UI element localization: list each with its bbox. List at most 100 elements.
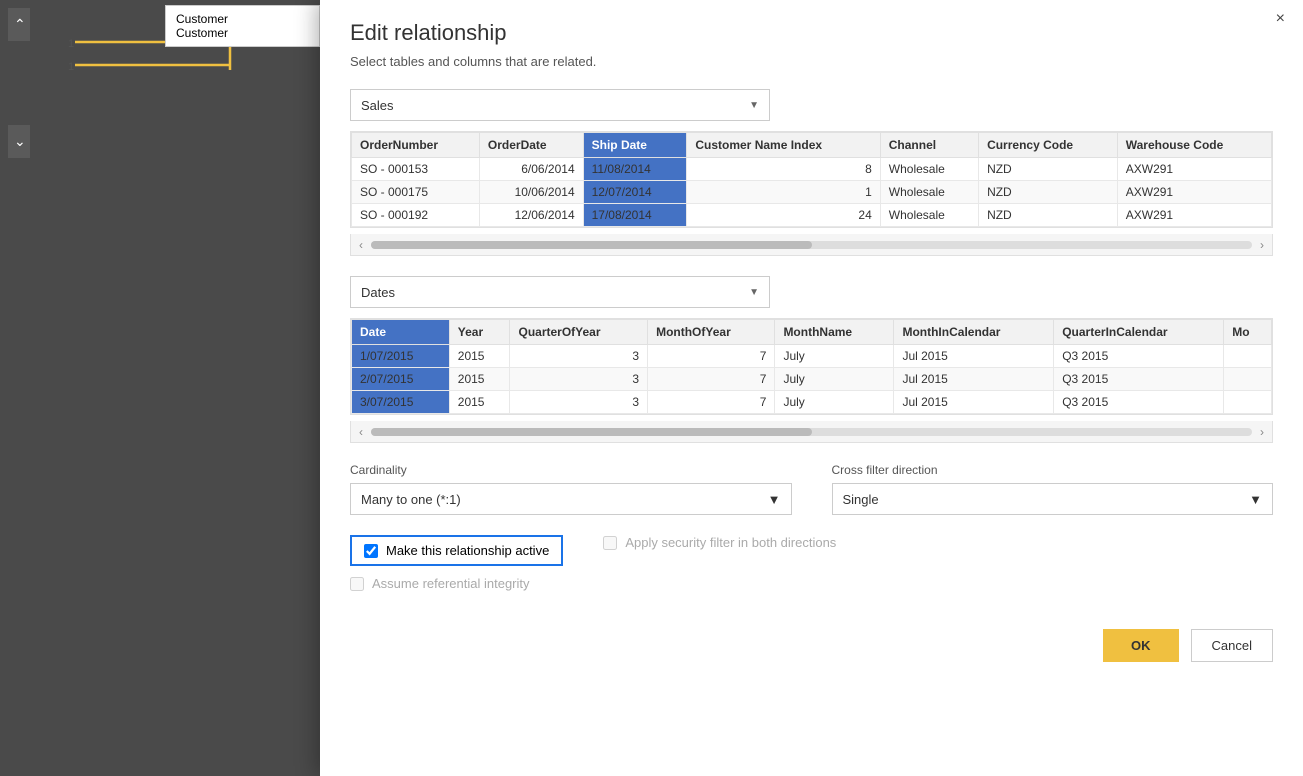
table1: OrderNumber OrderDate Ship Date Customer… xyxy=(351,132,1272,227)
cell-order-date: 10/06/2014 xyxy=(479,181,583,204)
cell-mo xyxy=(1224,345,1272,368)
scroll-right-arrow-2[interactable]: › xyxy=(1256,425,1268,439)
cell-channel: Wholesale xyxy=(880,204,978,227)
table2-wrapper: Date Year QuarterOfYear MonthOfYear Mont… xyxy=(350,318,1273,415)
cell-channel: Wholesale xyxy=(880,158,978,181)
cell-month-name: July xyxy=(775,345,894,368)
cell-qic: Q3 2015 xyxy=(1054,368,1224,391)
cardinality-arrow: ▼ xyxy=(768,492,781,507)
cell-qic: Q3 2015 xyxy=(1054,345,1224,368)
col-month-in-calendar[interactable]: MonthInCalendar xyxy=(894,320,1054,345)
cell-currency: NZD xyxy=(979,158,1118,181)
cell-order-date: 6/06/2014 xyxy=(479,158,583,181)
nav-up-button[interactable]: ⌃ xyxy=(8,8,30,41)
referential-integrity-checkbox[interactable] xyxy=(350,577,364,591)
cardinality-value: Many to one (*:1) xyxy=(361,492,461,507)
modal-footer: OK Cancel xyxy=(350,629,1273,662)
col-channel[interactable]: Channel xyxy=(880,133,978,158)
cardinality-dropdown[interactable]: Many to one (*:1) ▼ xyxy=(350,483,792,515)
col-order-date[interactable]: OrderDate xyxy=(479,133,583,158)
left-checkboxes: Make this relationship active Assume ref… xyxy=(350,535,563,599)
make-active-checkbox-wrapper[interactable]: Make this relationship active xyxy=(350,535,563,566)
table2-dropdown[interactable]: Dates ▼ xyxy=(350,276,770,308)
close-button[interactable]: × xyxy=(1276,10,1285,28)
cell-year: 2015 xyxy=(449,391,510,414)
col-quarter-of-year[interactable]: QuarterOfYear xyxy=(510,320,648,345)
cell-month-name: July xyxy=(775,391,894,414)
canvas-background: ⌃ ⌄ 1 1 Customer Customer xyxy=(0,0,320,776)
table2: Date Year QuarterOfYear MonthOfYear Mont… xyxy=(351,319,1272,414)
edit-relationship-modal: × Edit relationship Select tables and co… xyxy=(320,0,1303,776)
col-warehouse-code[interactable]: Warehouse Code xyxy=(1117,133,1271,158)
cell-ship-date: 12/07/2014 xyxy=(583,181,687,204)
table-row: 3/07/2015 2015 3 7 July Jul 2015 Q3 2015 xyxy=(352,391,1272,414)
cell-mo xyxy=(1224,368,1272,391)
cell-year: 2015 xyxy=(449,345,510,368)
scroll-left-arrow[interactable]: ‹ xyxy=(355,238,367,252)
cell-date: 3/07/2015 xyxy=(352,391,450,414)
svg-text:1: 1 xyxy=(68,61,74,73)
table-row: 1/07/2015 2015 3 7 July Jul 2015 Q3 2015 xyxy=(352,345,1272,368)
checkboxes-section: Make this relationship active Assume ref… xyxy=(350,535,1273,599)
cell-ship-date: 11/08/2014 xyxy=(583,158,687,181)
cell-ship-date: 17/08/2014 xyxy=(583,204,687,227)
table1-dropdown-arrow: ▼ xyxy=(749,100,759,111)
col-month-name[interactable]: MonthName xyxy=(775,320,894,345)
cell-month-name: July xyxy=(775,368,894,391)
cell-warehouse: AXW291 xyxy=(1117,181,1271,204)
scroll-left-arrow-2[interactable]: ‹ xyxy=(355,425,367,439)
scroll-track-2[interactable] xyxy=(371,428,1252,436)
referential-integrity-label: Assume referential integrity xyxy=(372,576,530,591)
svg-text:1: 1 xyxy=(68,38,74,50)
col-month-of-year[interactable]: MonthOfYear xyxy=(648,320,775,345)
col-mo[interactable]: Mo xyxy=(1224,320,1272,345)
table1-scrollbar[interactable]: ‹ › xyxy=(350,234,1273,256)
cell-cni: 24 xyxy=(687,204,880,227)
col-date[interactable]: Date xyxy=(352,320,450,345)
table-row: SO - 000192 12/06/2014 17/08/2014 24 Who… xyxy=(352,204,1272,227)
cell-mic: Jul 2015 xyxy=(894,345,1054,368)
security-filter-checkbox[interactable] xyxy=(603,536,617,550)
cross-filter-value: Single xyxy=(843,492,879,507)
right-checkboxes: Apply security filter in both directions xyxy=(603,535,836,599)
col-order-number[interactable]: OrderNumber xyxy=(352,133,480,158)
security-filter-row: Apply security filter in both directions xyxy=(603,535,836,550)
table-row: SO - 000153 6/06/2014 11/08/2014 8 Whole… xyxy=(352,158,1272,181)
table2-dropdown-container: Dates ▼ xyxy=(350,276,1273,308)
cell-order-date: 12/06/2014 xyxy=(479,204,583,227)
cell-cni: 8 xyxy=(687,158,880,181)
cell-date: 1/07/2015 xyxy=(352,345,450,368)
table2-scrollbar[interactable]: ‹ › xyxy=(350,421,1273,443)
bg-card-line2: Customer xyxy=(176,26,309,40)
col-currency-code[interactable]: Currency Code xyxy=(979,133,1118,158)
cancel-button[interactable]: Cancel xyxy=(1191,629,1273,662)
col-ship-date[interactable]: Ship Date xyxy=(583,133,687,158)
table1-dropdown[interactable]: Sales ▼ xyxy=(350,89,770,121)
referential-integrity-row: Assume referential integrity xyxy=(350,576,563,591)
cross-filter-dropdown[interactable]: Single ▼ xyxy=(832,483,1274,515)
cell-order-number: SO - 000192 xyxy=(352,204,480,227)
cell-cni: 1 xyxy=(687,181,880,204)
cell-channel: Wholesale xyxy=(880,181,978,204)
cell-qoy: 3 xyxy=(510,368,648,391)
cell-currency: NZD xyxy=(979,204,1118,227)
cross-filter-group: Cross filter direction Single ▼ xyxy=(832,463,1274,515)
scroll-track[interactable] xyxy=(371,241,1252,249)
col-customer-name-index[interactable]: Customer Name Index xyxy=(687,133,880,158)
col-quarter-in-calendar[interactable]: QuarterInCalendar xyxy=(1054,320,1224,345)
cell-moy: 7 xyxy=(648,391,775,414)
nav-down-button[interactable]: ⌄ xyxy=(8,125,30,158)
cell-qoy: 3 xyxy=(510,391,648,414)
cell-moy: 7 xyxy=(648,368,775,391)
scroll-thumb-2 xyxy=(371,428,812,436)
cell-order-number: SO - 000175 xyxy=(352,181,480,204)
bg-card-line1: Customer xyxy=(176,12,309,26)
cell-order-number: SO - 000153 xyxy=(352,158,480,181)
cell-warehouse: AXW291 xyxy=(1117,204,1271,227)
col-year[interactable]: Year xyxy=(449,320,510,345)
ok-button[interactable]: OK xyxy=(1103,629,1179,662)
scroll-right-arrow[interactable]: › xyxy=(1256,238,1268,252)
cell-year: 2015 xyxy=(449,368,510,391)
make-active-checkbox[interactable] xyxy=(364,544,378,558)
table2-dropdown-value: Dates xyxy=(361,285,395,300)
